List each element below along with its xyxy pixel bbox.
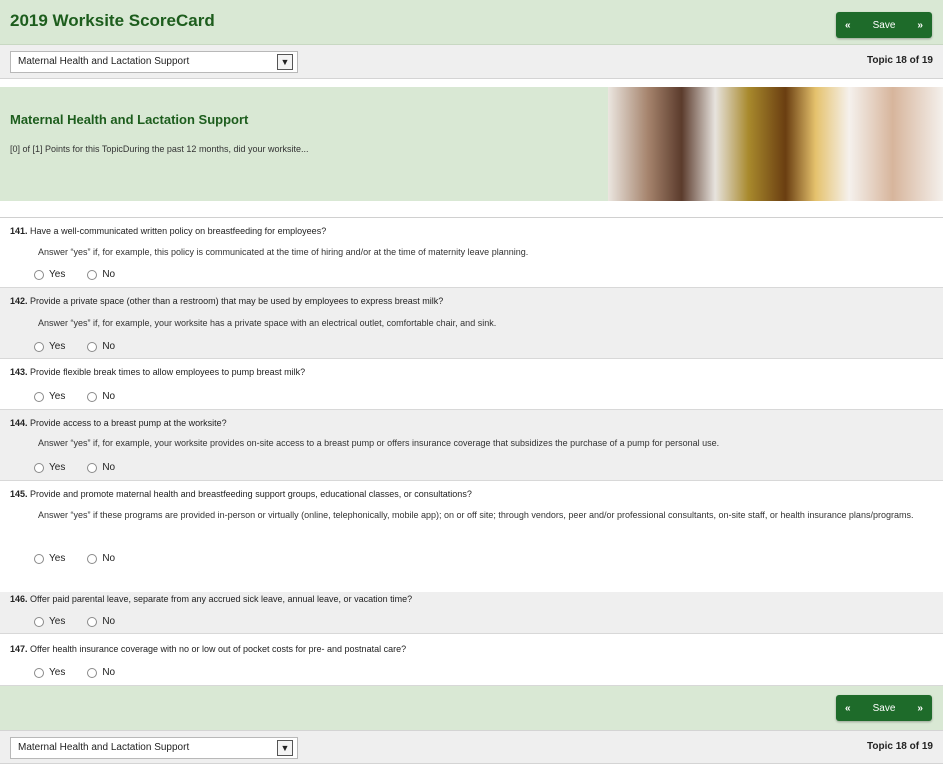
question-row: 142. Provide a private space (other than… <box>0 288 943 359</box>
question-number: 143. <box>10 367 28 377</box>
answer-options: Yes No <box>34 616 137 627</box>
question-text: Offer health insurance coverage with no … <box>30 644 407 654</box>
topic-select-value: Maternal Health and Lactation Support <box>18 742 190 753</box>
yes-radio[interactable] <box>34 667 44 678</box>
yes-radio[interactable] <box>34 341 44 352</box>
chevron-left-icon: « <box>845 19 851 31</box>
question-row: 145. Provide and promote maternal health… <box>0 481 943 592</box>
no-radio[interactable] <box>87 269 98 280</box>
save-button-top[interactable]: « Save » <box>836 12 932 38</box>
topic-banner: Maternal Health and Lactation Support [0… <box>0 87 943 201</box>
question-text: Provide a private space (other than a re… <box>30 296 444 306</box>
yes-radio[interactable] <box>34 553 44 564</box>
question-number: 145. <box>10 489 28 499</box>
no-radio[interactable] <box>87 667 98 678</box>
question-row: 147. Offer health insurance coverage wit… <box>0 634 943 686</box>
question-row: 146. Offer paid parental leave, separate… <box>0 592 943 634</box>
question-hint: Answer “yes” if, for example, this polic… <box>38 247 529 257</box>
question-text: Provide and promote maternal health and … <box>30 489 472 499</box>
yes-radio[interactable] <box>34 391 44 402</box>
topic-select-value: Maternal Health and Lactation Support <box>18 56 190 67</box>
question-row: 143. Provide flexible break times to all… <box>0 359 943 410</box>
no-radio[interactable] <box>87 462 98 473</box>
chevron-right-icon: » <box>917 19 923 31</box>
answer-options: Yes No <box>34 341 137 352</box>
topic-nav-bottom: Maternal Health and Lactation Support ▼ … <box>0 730 943 764</box>
question-row: 144. Provide access to a breast pump at … <box>0 410 943 481</box>
question-text: Provide access to a breast pump at the w… <box>30 418 227 428</box>
no-radio[interactable] <box>87 616 98 627</box>
question-number: 144. <box>10 418 28 428</box>
topic-title: Maternal Health and Lactation Support <box>10 112 249 127</box>
topic-select-bottom[interactable]: Maternal Health and Lactation Support ▼ <box>10 737 298 759</box>
question-number: 141. <box>10 226 28 236</box>
chevron-left-icon: « <box>845 702 851 714</box>
question-text: Offer paid parental leave, separate from… <box>30 594 413 604</box>
chevron-down-icon[interactable]: ▼ <box>277 54 293 70</box>
answer-options: Yes No <box>34 667 137 678</box>
answer-options: Yes No <box>34 391 137 402</box>
question-hint: Answer “yes” if, for example, your works… <box>38 318 497 328</box>
question-hint: Answer “yes” if these programs are provi… <box>38 510 914 520</box>
header-bar: 2019 Worksite ScoreCard « Save » <box>0 0 943 45</box>
answer-options: Yes No <box>34 553 137 564</box>
topic-select-top[interactable]: Maternal Health and Lactation Support ▼ <box>10 51 298 73</box>
chevron-right-icon: » <box>917 702 923 714</box>
yes-radio[interactable] <box>34 269 44 280</box>
question-row: 141. Have a well-communicated written po… <box>0 218 943 288</box>
topic-counter: Topic 18 of 19 <box>867 741 933 752</box>
question-number: 147. <box>10 644 28 654</box>
topic-points: [0] of [1] Points for this TopicDuring t… <box>10 144 309 154</box>
no-radio[interactable] <box>87 553 98 564</box>
yes-radio[interactable] <box>34 616 44 627</box>
banner-photo <box>608 87 943 201</box>
save-button-bottom[interactable]: « Save » <box>836 695 932 721</box>
question-number: 142. <box>10 296 28 306</box>
topic-nav-top: Maternal Health and Lactation Support ▼ … <box>0 45 943 79</box>
yes-radio[interactable] <box>34 462 44 473</box>
chevron-down-icon[interactable]: ▼ <box>277 740 293 756</box>
save-label: Save <box>872 702 896 714</box>
answer-options: Yes No <box>34 269 137 280</box>
app-title: 2019 Worksite ScoreCard <box>10 11 215 30</box>
save-label: Save <box>872 19 896 31</box>
question-hint: Answer “yes” if, for example, your works… <box>38 438 720 448</box>
no-radio[interactable] <box>87 391 98 402</box>
question-text: Have a well-communicated written policy … <box>30 226 327 236</box>
question-text: Provide flexible break times to allow em… <box>30 367 306 377</box>
answer-options: Yes No <box>34 462 137 473</box>
question-number: 146. <box>10 594 28 604</box>
no-radio[interactable] <box>87 341 98 352</box>
topic-counter: Topic 18 of 19 <box>867 55 933 66</box>
footer-bar: « Save » <box>0 686 943 730</box>
